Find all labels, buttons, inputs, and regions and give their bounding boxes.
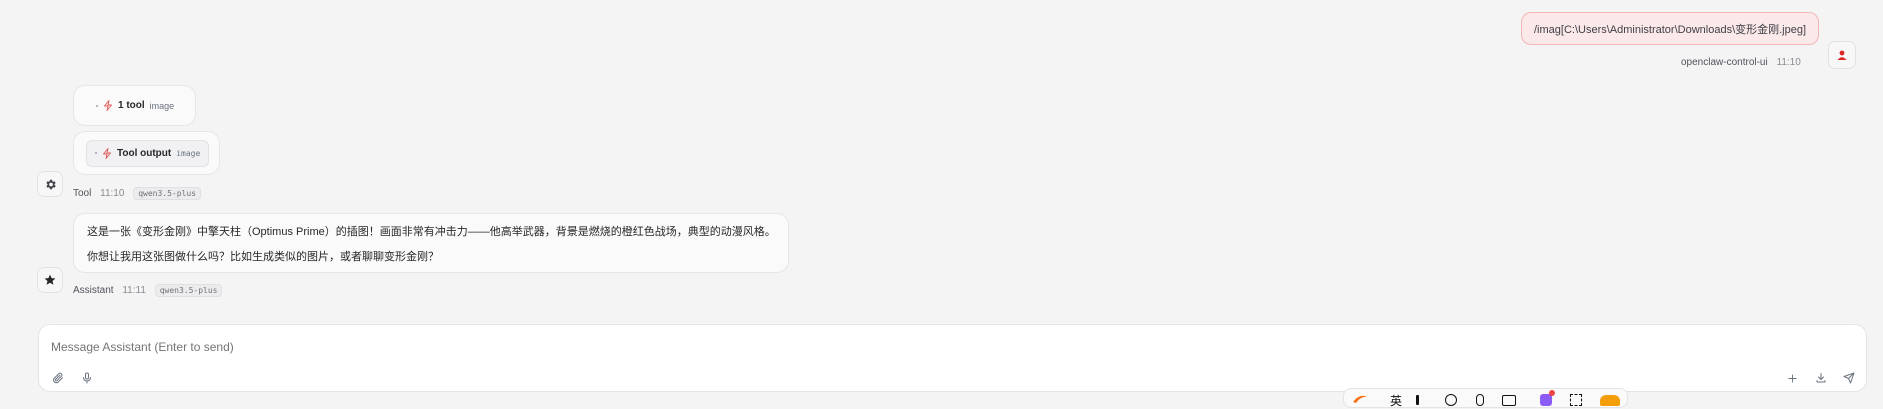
ime-toolbar: 英 [1343, 388, 1628, 408]
download-icon [1816, 373, 1826, 383]
ime-punct-icon[interactable] [1416, 395, 1419, 405]
assistant-time: 11:11 [122, 285, 146, 296]
user-time: 11:10 [1776, 57, 1801, 68]
tool-model-badge: qwen3.5-plus [133, 187, 202, 200]
message-composer [38, 324, 1867, 392]
gear-icon [45, 179, 56, 189]
assistant-line-1: 这是一张《变形金刚》中擎天柱（Optimus Prime）的插图！画面非常有冲击… [87, 226, 776, 238]
ime-emoji-icon[interactable] [1445, 394, 1457, 406]
send-button[interactable] [1840, 369, 1858, 387]
tool-output-card: Tool output image [73, 131, 220, 175]
ime-logo-icon[interactable] [1350, 392, 1370, 406]
lightning-icon [104, 100, 112, 111]
user-icon [1837, 50, 1847, 60]
add-button[interactable] [1783, 369, 1801, 387]
microphone-icon [83, 372, 91, 384]
ime-grid-icon[interactable] [1570, 394, 1582, 406]
tool-avatar [37, 171, 63, 197]
lightning-icon [103, 147, 111, 159]
tool-time: 11:10 [100, 188, 125, 199]
attach-button[interactable] [49, 369, 67, 387]
tool-output-row[interactable]: Tool output image [86, 139, 210, 167]
send-icon [1843, 372, 1855, 384]
ime-notification-dot [1549, 390, 1555, 396]
user-avatar [1828, 41, 1856, 69]
tool-sender: Tool [73, 188, 92, 199]
bullet-dot [96, 104, 98, 107]
tool-meta: Tool 11:10 qwen3.5-plus [73, 187, 202, 200]
message-input[interactable] [49, 335, 1833, 359]
plus-icon [1787, 373, 1797, 383]
user-message-text: /imag[C:\Users\Administrator\Downloads\变… [1534, 23, 1807, 36]
paperclip-icon [53, 372, 63, 384]
user-message-bubble: /imag[C:\Users\Administrator\Downloads\变… [1521, 12, 1820, 45]
user-sender: openclaw-control-ui [1681, 57, 1768, 68]
tool-call-tag: image [149, 100, 175, 111]
assistant-message-bubble: 这是一张《变形金刚》中擎天柱（Optimus Prime）的插图！画面非常有冲击… [73, 213, 789, 273]
assistant-model-badge: qwen3.5-plus [154, 284, 223, 297]
star-icon [44, 274, 56, 285]
mic-button[interactable] [78, 369, 96, 387]
tool-output-label: Tool output [117, 147, 172, 159]
tool-call-summary[interactable]: 1 tool image [73, 85, 196, 126]
assistant-line-2: 你想让我用这张图做什么吗？比如生成类似的图片，或者聊聊变形金刚？ [87, 251, 439, 263]
assistant-sender: Assistant [73, 285, 114, 296]
ime-voice-icon[interactable] [1476, 394, 1484, 406]
assistant-avatar [37, 267, 63, 293]
assistant-meta: Assistant 11:11 qwen3.5-plus [73, 284, 223, 297]
download-button[interactable] [1812, 369, 1830, 387]
user-message-meta: openclaw-control-ui 11:10 [1681, 57, 1801, 68]
tool-call-row[interactable]: 1 tool image [96, 100, 174, 111]
bullet-dot [95, 152, 97, 154]
sogou-logo-icon [1353, 395, 1367, 403]
tool-call-label: 1 tool [118, 100, 145, 111]
tool-output-tag: image [176, 148, 201, 158]
